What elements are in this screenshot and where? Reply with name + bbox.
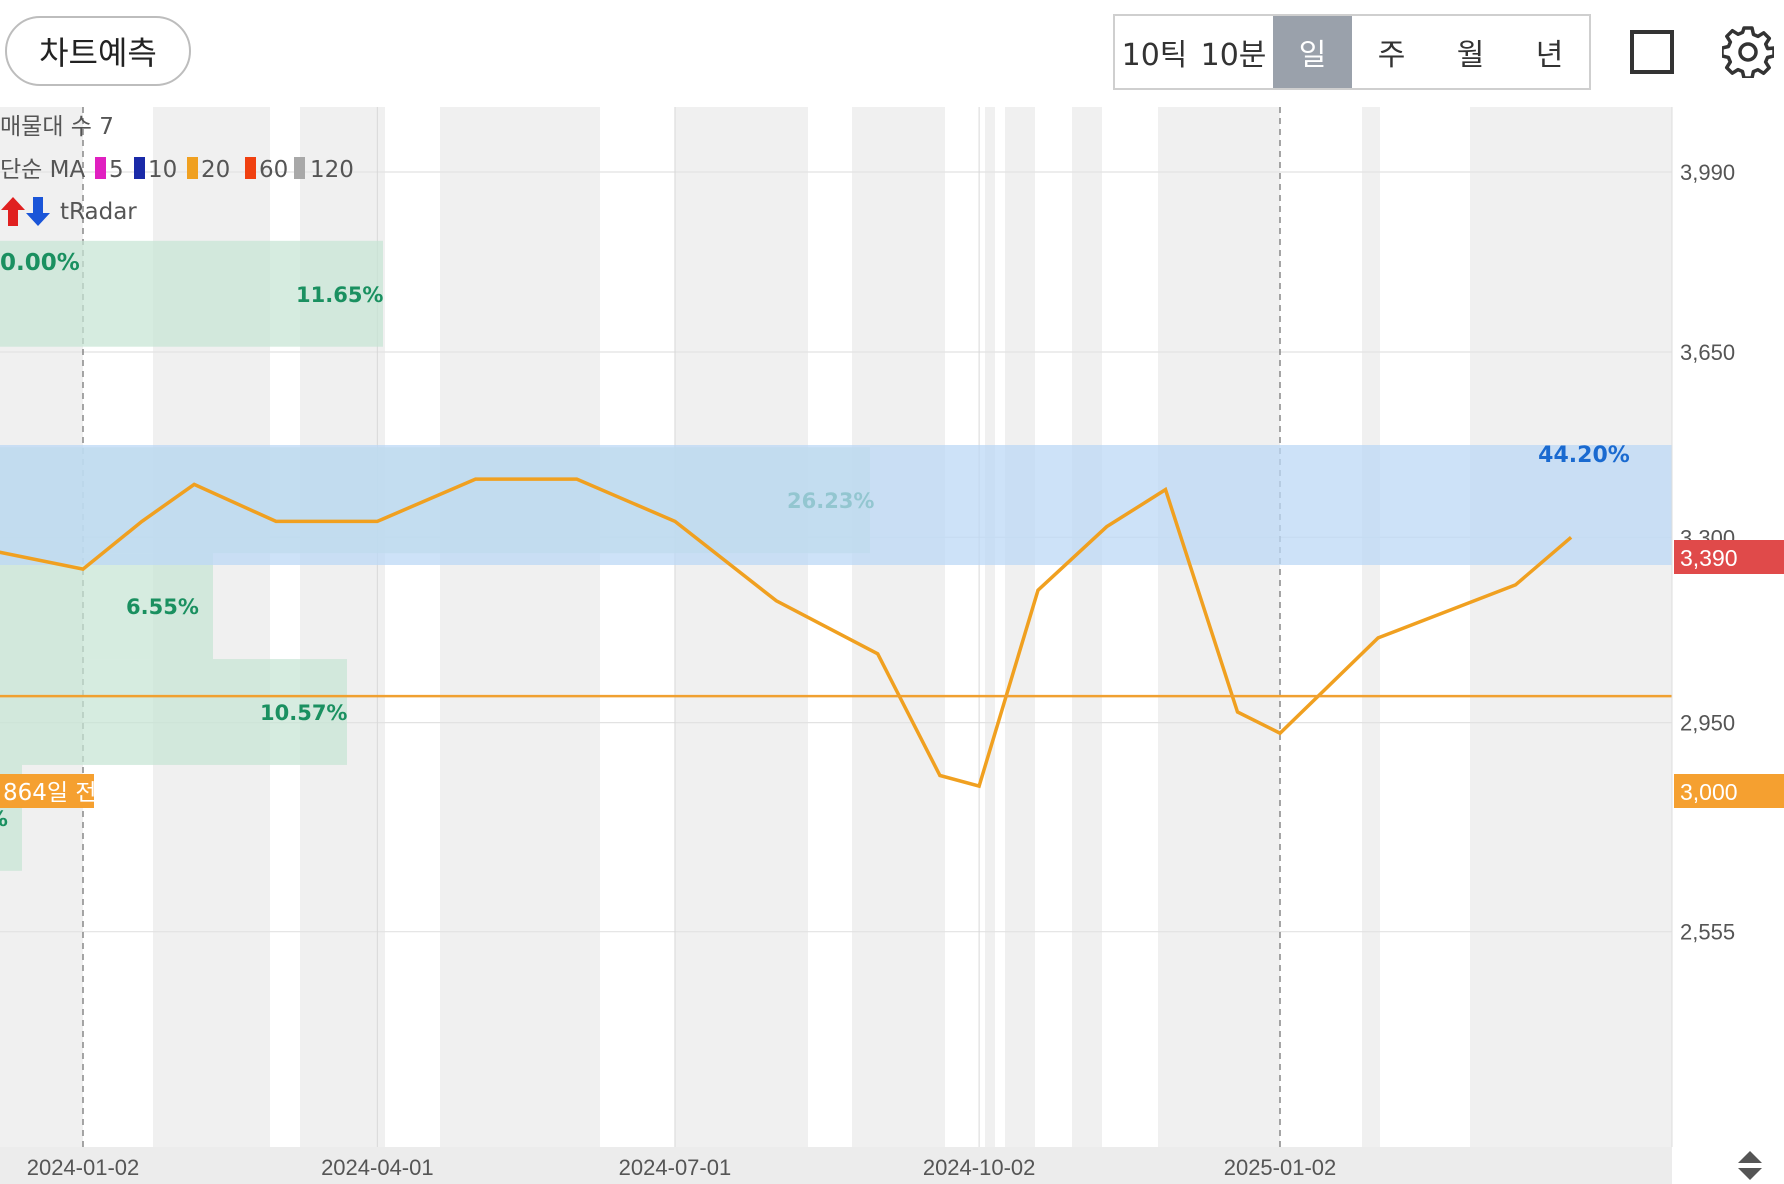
- ma10-label: 10: [148, 157, 177, 183]
- candlestick-chart[interactable]: 11.65%26.23%6.55%10.57%0.81% 864일 전 매물대 …: [0, 107, 1784, 1184]
- volume-pct-label: 11.65%: [296, 283, 383, 307]
- tradar-label: tRadar: [60, 199, 137, 225]
- gain-annotation: 44.20%: [1538, 443, 1630, 468]
- light-band: [600, 107, 675, 1147]
- top-percentage: 0.00%: [0, 250, 80, 276]
- days-ago-text: 864일 전: [3, 780, 97, 806]
- square-icon[interactable]: [1630, 30, 1674, 74]
- current-price-text: 3,390: [1680, 545, 1738, 571]
- tab-year[interactable]: 년: [1510, 16, 1589, 88]
- ma60-label: 60: [259, 157, 288, 183]
- resistance-zone: [0, 445, 1672, 565]
- x-tick-label: 2024-10-02: [923, 1155, 1036, 1180]
- y-tick-label: 3,990: [1680, 160, 1735, 185]
- y-axis-panel: [1672, 107, 1784, 1147]
- volume-profile-label: 매물대 수 7: [0, 114, 114, 140]
- ma20-label: 20: [201, 157, 230, 183]
- volume-pct-label: 0.81%: [0, 807, 8, 831]
- x-tick-label: 2024-07-01: [619, 1155, 732, 1180]
- x-axis-panel: [0, 1147, 1672, 1184]
- y-tick-label: 3,650: [1680, 340, 1735, 365]
- reference-price-tag: 3,000: [1674, 774, 1784, 808]
- chart-header: 차트예측 10틱 10분 일 주 월 년: [0, 0, 1784, 107]
- x-tick-label: 2024-01-02: [27, 1155, 140, 1180]
- light-band: [1380, 107, 1470, 1147]
- light-band: [1035, 107, 1072, 1147]
- ma10-swatch: [134, 157, 145, 179]
- ma20-swatch: [187, 157, 198, 179]
- ma60-swatch: [245, 157, 256, 179]
- chart-predict-button[interactable]: 차트예측: [5, 16, 191, 86]
- tab-10tick[interactable]: 10틱: [1115, 16, 1194, 88]
- x-tick-label: 2025-01-02: [1224, 1155, 1337, 1180]
- ma5-label: 5: [109, 157, 124, 183]
- light-band: [385, 107, 440, 1147]
- tab-10min[interactable]: 10분: [1194, 16, 1273, 88]
- current-price-tag: 3,390: [1674, 540, 1784, 574]
- x-tick-label: 2024-04-01: [321, 1155, 434, 1180]
- volume-pct-label: 6.55%: [126, 595, 199, 619]
- reference-price-text: 3,000: [1680, 779, 1738, 805]
- light-band: [1102, 107, 1158, 1147]
- y-tick-label: 2,950: [1680, 711, 1735, 736]
- tab-month[interactable]: 월: [1431, 16, 1510, 88]
- light-band: [995, 107, 1005, 1147]
- ma120-swatch: [294, 157, 305, 179]
- volume-pct-label: 10.57%: [260, 701, 347, 725]
- tab-week[interactable]: 주: [1352, 16, 1431, 88]
- period-tabs: 10틱 10분 일 주 월 년: [1113, 14, 1591, 90]
- gear-icon[interactable]: [1722, 26, 1774, 78]
- days-ago-tag: 864일 전: [0, 774, 97, 808]
- light-band: [1280, 107, 1362, 1147]
- ma120-label: 120: [310, 157, 354, 183]
- tab-day[interactable]: 일: [1273, 16, 1352, 88]
- ma5-swatch: [95, 157, 106, 179]
- ma-label: 단순 MA: [0, 157, 85, 183]
- y-tick-label: 2,555: [1680, 920, 1735, 945]
